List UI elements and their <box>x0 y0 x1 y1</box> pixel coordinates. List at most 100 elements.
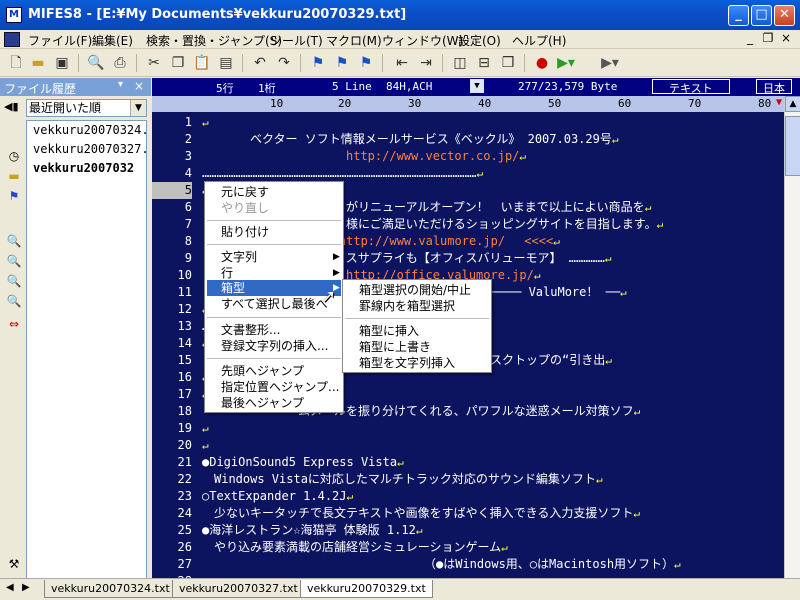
jump-back-icon[interactable]: ⇤ <box>392 53 412 73</box>
menu-item-select-all[interactable]: すべて選択し最後へ <box>221 296 328 312</box>
cut-icon[interactable]: ✂ <box>144 53 164 73</box>
tab-vekkuru20070329[interactable]: vekkuru20070329.txt <box>300 580 433 598</box>
window-icon[interactable]: ❒ <box>498 53 518 73</box>
split-vertical-icon[interactable]: ◫ <box>450 53 470 73</box>
print-preview-icon[interactable]: 🔍 <box>86 53 106 73</box>
pin-icon[interactable]: ▾ <box>118 79 123 90</box>
menu-item-format[interactable]: 文書整形... <box>221 322 280 338</box>
text-line[interactable]: ●DigiOnSound5 Express Vista↵ <box>202 454 404 471</box>
app-icon[interactable]: M <box>6 7 22 23</box>
line-number: 23 <box>177 489 192 503</box>
menu-item-box[interactable]: 箱型 <box>221 280 245 296</box>
paste-special-icon[interactable]: ▤ <box>216 53 236 73</box>
text-line[interactable]: Windows Vistaに対応したマルチトラック対応のサウンド編集ソフト↵ <box>202 471 603 488</box>
flag-next-icon[interactable]: ⚑ <box>332 53 352 73</box>
play-macro-icon[interactable]: ▶▾ <box>556 53 576 73</box>
compare-icon[interactable]: ⇔ <box>6 316 22 332</box>
flag-icon[interactable]: ⚑ <box>6 188 22 204</box>
menu-item-line[interactable]: 行 <box>221 265 233 281</box>
language-indicator[interactable]: 日本 <box>756 79 792 95</box>
panel-close-icon[interactable]: × <box>134 79 144 93</box>
new-file-icon[interactable]: 🗋 <box>6 53 26 73</box>
sort-order-select[interactable]: 最近開いた順 ▼ <box>26 99 147 117</box>
text-line[interactable]: ↵ <box>202 437 209 454</box>
search-prev-icon[interactable]: 🔍 <box>6 273 22 289</box>
tools-icon[interactable]: ⚒ <box>6 556 22 572</box>
chevron-down-icon[interactable]: ▼ <box>470 79 484 93</box>
maximize-button[interactable]: □ <box>751 5 772 26</box>
split-horizontal-icon[interactable]: ⊟ <box>474 53 494 73</box>
flag-icon[interactable]: ⚑ <box>308 53 328 73</box>
menu-search[interactable]: 検索・置換・ジャンプ(S) <box>146 32 282 49</box>
tab-scroll-right-icon[interactable]: ▶ <box>22 582 30 593</box>
folder-icon[interactable]: ▬ <box>6 168 22 184</box>
history-icon[interactable]: ◷ <box>6 148 22 164</box>
text-line[interactable]: http://www.vector.co.jp/↵ <box>202 148 526 165</box>
search-icon[interactable]: 🔍 <box>6 233 22 249</box>
list-item[interactable]: vekkuru20070327. <box>27 140 146 159</box>
line-number: 13 <box>177 319 192 333</box>
tab-vekkuru20070324[interactable]: vekkuru20070324.txt <box>44 580 177 598</box>
menu-item-insert-registered[interactable]: 登録文字列の挿入... <box>221 338 328 354</box>
print-icon[interactable]: ⎙ <box>110 53 130 73</box>
flag-prev-icon[interactable]: ⚑ <box>356 53 376 73</box>
open-folder-icon[interactable]: ▬ <box>28 53 48 73</box>
text-line[interactable]: ……………………………………………………………………………………………………↵ <box>202 165 483 182</box>
menu-item-paste[interactable]: 貼り付け <box>221 224 269 240</box>
vertical-scrollbar[interactable]: ▲ <box>784 96 800 578</box>
undo-icon[interactable]: ↶ <box>250 53 270 73</box>
redo-icon[interactable]: ↷ <box>274 53 294 73</box>
jump-forward-icon[interactable]: ⇥ <box>416 53 436 73</box>
menu-window[interactable]: ウィンドウ(W) <box>382 32 463 49</box>
menu-help[interactable]: ヘルプ(H) <box>512 32 566 49</box>
menu-settings[interactable]: 設定(O) <box>458 32 501 49</box>
submenu-item-box-as-string[interactable]: 箱型を文字列挿入 <box>359 355 455 371</box>
history-back-icon[interactable]: ◀▮ <box>4 100 19 113</box>
text-line[interactable]: （●はWindows用、○はMacintosh用ソフト）↵ <box>202 556 681 573</box>
step-macro-icon[interactable]: ▶▾ <box>600 53 620 73</box>
mdi-close-button[interactable]: × <box>778 31 794 45</box>
menu-item-jump-top[interactable]: 先頭へジャンプ <box>221 363 304 379</box>
text-line[interactable]: やり込み要素満載の店舗経営シミュレーションゲーム↵ <box>202 539 508 556</box>
submenu-item-box-insert[interactable]: 箱型に挿入 <box>359 323 419 339</box>
text-line[interactable]: 少ないキータッチで長文テキストや画像をすばやく挿入できる入力支援ソフト↵ <box>202 505 640 522</box>
list-item[interactable]: vekkuru2007032 <box>27 159 146 178</box>
paste-icon[interactable]: 📋 <box>192 53 212 73</box>
minimize-button[interactable]: _ <box>728 5 749 26</box>
menu-item-jump-position[interactable]: 指定位置へジャンプ... <box>221 379 339 395</box>
tab-scroll-left-icon[interactable]: ◀ <box>6 582 14 593</box>
text-line[interactable]: ●海洋レストラン☆海猫亭 体験版 1.12↵ <box>202 522 422 539</box>
submenu-item-box-overwrite[interactable]: 箱型に上書き <box>359 339 431 355</box>
submenu-item-box-select[interactable]: 箱型選択の開始/中止 <box>359 282 471 298</box>
mdi-minimize-button[interactable]: _ <box>742 31 758 45</box>
menu-tools[interactable]: ツール(T) <box>270 32 323 49</box>
file-history-list: vekkuru20070324. vekkuru20070327. vekkur… <box>26 120 147 600</box>
menu-file[interactable]: ファイル(F) <box>28 32 92 49</box>
text-line[interactable]: ↵ <box>202 114 209 131</box>
submenu-item-border-select[interactable]: 罫線内を箱型選択 <box>359 298 455 314</box>
record-macro-icon[interactable]: ● <box>532 53 552 73</box>
menu-macro[interactable]: マクロ(M) <box>326 32 382 49</box>
line-number: 7 <box>184 217 192 231</box>
text-line[interactable]: ベクター ソフト情報メールサービス《ベックル》 2007.03.29号↵ <box>202 131 618 148</box>
text-line[interactable]: ↵ <box>202 420 209 437</box>
scroll-up-icon[interactable]: ▲ <box>785 96 800 112</box>
menu-edit[interactable]: 編集(E) <box>92 32 133 49</box>
menu-item-jump-end[interactable]: 最後へジャンプ <box>221 395 304 411</box>
save-icon[interactable]: ▣ <box>52 53 72 73</box>
scrollbar-thumb[interactable] <box>785 116 800 176</box>
menu-item-redo[interactable]: やり直し <box>221 200 269 216</box>
document-icon[interactable] <box>4 32 20 47</box>
copy-icon[interactable]: ❐ <box>168 53 188 73</box>
menu-item-undo[interactable]: 元に戻す <box>221 184 269 200</box>
menu-item-string[interactable]: 文字列 <box>221 249 257 265</box>
mdi-restore-button[interactable]: ❐ <box>760 31 776 45</box>
search-files-icon[interactable]: 🔍 <box>6 293 22 309</box>
tab-vekkuru20070327[interactable]: vekkuru20070327.txt <box>172 580 305 598</box>
close-button[interactable]: ✕ <box>774 5 795 26</box>
search-next-icon[interactable]: 🔍 <box>6 253 22 269</box>
text-line[interactable]: ○TextExpander 1.4.2J↵ <box>202 488 353 505</box>
text-mode-indicator[interactable]: テキスト <box>652 79 730 95</box>
list-item[interactable]: vekkuru20070324. <box>27 121 146 140</box>
chevron-down-icon[interactable]: ▼ <box>130 100 146 116</box>
